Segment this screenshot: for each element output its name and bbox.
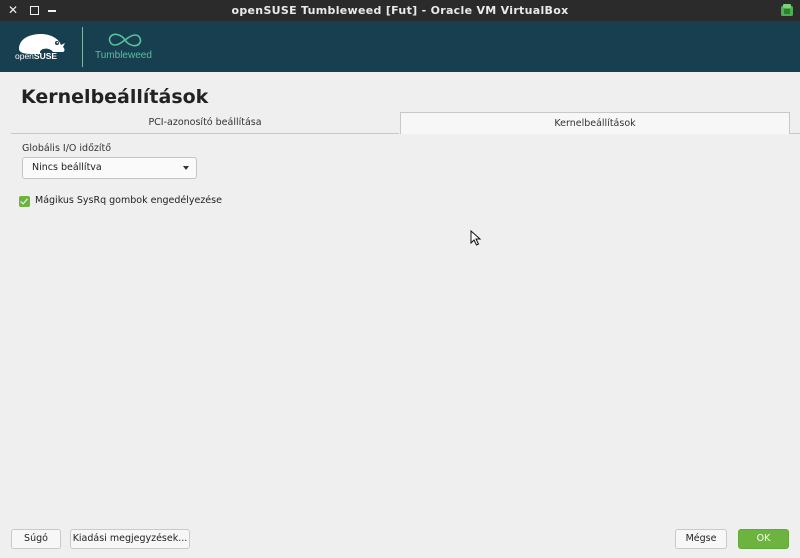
tab-kernel-settings[interactable]: Kernelbeállítások — [400, 112, 790, 134]
page-title: Kernelbeállítások — [21, 86, 209, 108]
release-notes-button[interactable]: Kiadási megjegyzések... — [70, 529, 190, 549]
window-titlebar: openSUSE Tumbleweed [Fut] - Oracle VM Vi… — [0, 0, 800, 21]
io-scheduler-value: Nincs beállítva — [32, 162, 102, 173]
io-scheduler-select[interactable]: Nincs beállítva — [22, 157, 197, 179]
virtualbox-icon — [781, 4, 793, 16]
window-title: openSUSE Tumbleweed [Fut] - Oracle VM Vi… — [231, 4, 569, 17]
help-button[interactable]: Súgó — [11, 529, 61, 549]
tab-bar-divider — [790, 133, 800, 134]
tumbleweed-infinity-icon — [108, 33, 142, 47]
io-scheduler-label: Globális I/O időzítő — [22, 143, 112, 154]
installer-header: openSUSE Tumbleweed — [0, 21, 800, 72]
cancel-button[interactable]: Mégse — [675, 529, 727, 549]
mouse-pointer-icon — [470, 230, 482, 246]
ok-button[interactable]: OK — [738, 529, 789, 549]
tab-pci-id-settings[interactable]: PCI-azonosító beállítása — [11, 112, 399, 134]
close-icon[interactable]: ✕ — [6, 3, 20, 17]
tumbleweed-wordmark: Tumbleweed — [95, 50, 152, 61]
sysrq-checkbox[interactable] — [19, 196, 30, 207]
minimize-icon[interactable] — [45, 3, 59, 17]
maximize-icon[interactable] — [27, 3, 41, 17]
header-divider — [82, 27, 83, 67]
sysrq-label[interactable]: Mágikus SysRq gombok engedélyezése — [35, 195, 222, 206]
tab-bar: PCI-azonosító beállítása Kernelbeállítás… — [11, 112, 790, 134]
chevron-down-icon — [183, 166, 189, 170]
opensuse-wordmark: openSUSE — [15, 51, 58, 61]
